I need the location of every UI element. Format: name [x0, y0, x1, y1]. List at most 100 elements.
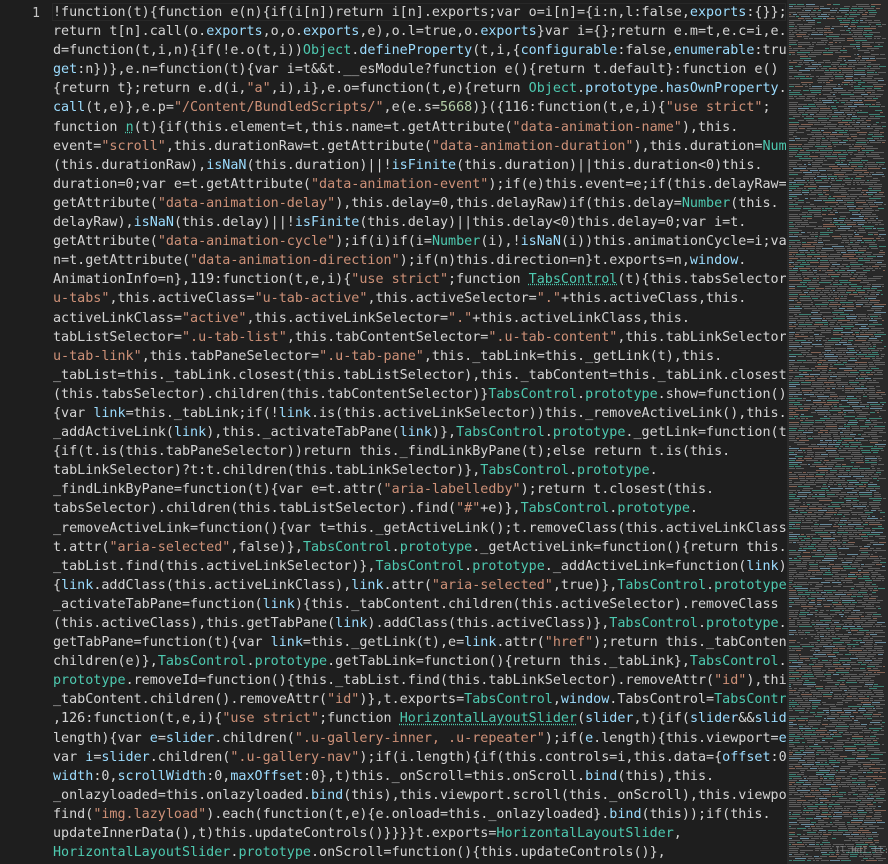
- minimap-line: [860, 78, 872, 79]
- minimap-line: [814, 38, 827, 39]
- minimap-line: [798, 46, 802, 47]
- minimap-line: [797, 24, 803, 25]
- minimap-line: [829, 520, 839, 521]
- minimap-line: [789, 192, 801, 193]
- minimap-line: [874, 660, 882, 661]
- minimap-line: [811, 12, 821, 13]
- code-text-area[interactable]: !function(t){function e(n){if(i[n])retur…: [53, 3, 786, 864]
- minimap-line: [828, 274, 840, 275]
- minimap-line: [853, 818, 858, 819]
- minimap-line: [789, 132, 794, 133]
- minimap-line: [797, 182, 807, 183]
- minimap-line: [873, 240, 876, 241]
- minimap-line: [873, 98, 878, 99]
- minimap-line: [882, 286, 884, 287]
- minimap-line: [837, 784, 846, 785]
- minimap-line: [849, 536, 860, 537]
- minimap-line: [847, 696, 852, 697]
- minimap-line: [854, 80, 861, 81]
- code-token: ".u-gallery-nav": [230, 749, 360, 765]
- minimap-line: [815, 268, 828, 269]
- minimap-line: [804, 60, 814, 61]
- minimap-line: [829, 760, 836, 761]
- minimap-line: [797, 620, 810, 621]
- minimap-line: [836, 442, 841, 443]
- minimap-line: [855, 622, 863, 623]
- minimap-line: [789, 502, 801, 503]
- minimap-line: [833, 222, 838, 223]
- minimap-line: [862, 150, 874, 151]
- minimap-line: [845, 642, 850, 643]
- minimap-line: [823, 102, 834, 103]
- minimap-line: [832, 722, 845, 723]
- minimap-line: [857, 222, 867, 223]
- minimap-line: [855, 362, 867, 363]
- minimap-line: [824, 382, 834, 383]
- minimap-line: [789, 320, 796, 321]
- minimap-line: [844, 310, 853, 311]
- minimap-line: [828, 510, 834, 511]
- code-editor[interactable]: 1 !function(t){function e(n){if(i[n])ret…: [0, 0, 888, 864]
- minimap-line: [854, 438, 864, 439]
- minimap-line: [796, 788, 800, 789]
- minimap-line: [839, 56, 851, 57]
- minimap-line: [789, 612, 794, 613]
- code-token: slider: [689, 711, 739, 727]
- minimap-line: [792, 700, 794, 701]
- minimap-line: [835, 734, 841, 735]
- minimap-line: [877, 140, 886, 141]
- minimap-line: [864, 8, 874, 9]
- minimap-line: [868, 298, 876, 299]
- minimap-line: [820, 844, 823, 845]
- minimap-line: [789, 284, 802, 285]
- minimap-line: [863, 640, 873, 641]
- minimap-line: [806, 748, 811, 749]
- minimap-line: [846, 502, 857, 503]
- code-wrapped-row: _tabContent.children().removeAttr("id")}…: [53, 690, 786, 709]
- minimap-line: [839, 132, 847, 133]
- minimap-line: [848, 422, 858, 423]
- minimap-line: [795, 588, 808, 589]
- minimap-line: [830, 488, 843, 489]
- minimap-line: [815, 628, 824, 629]
- minimap-line: [832, 504, 839, 505]
- minimap-line: [824, 32, 833, 33]
- minimap-line: [805, 574, 807, 575]
- minimap-line: [815, 686, 823, 687]
- minimap[interactable]: Il.HdI.ll:: [787, 0, 888, 864]
- minimap-line: [798, 724, 806, 725]
- minimap-line: [834, 744, 844, 745]
- minimap-line: [861, 618, 871, 619]
- minimap-line: [807, 742, 814, 743]
- minimap-line: [817, 148, 824, 149]
- minimap-line: [833, 332, 839, 333]
- minimap-line: [827, 4, 831, 5]
- minimap-line: [817, 712, 824, 713]
- minimap-line: [865, 460, 869, 461]
- minimap-line: [818, 308, 830, 309]
- minimap-line: [789, 552, 801, 553]
- code-wrapped-row: delayRaw),isNaN(this.delay)||!isFinite(t…: [53, 213, 786, 232]
- minimap-line: [842, 386, 844, 387]
- minimap-line: [868, 166, 877, 167]
- minimap-line: [835, 510, 837, 511]
- minimap-line: [849, 274, 852, 275]
- minimap-line: [789, 642, 795, 643]
- minimap-line: [789, 188, 796, 189]
- minimap-line: [789, 370, 793, 371]
- minimap-line: [843, 708, 850, 709]
- minimap-line: [799, 166, 807, 167]
- minimap-line: [846, 496, 859, 497]
- minimap-line: [838, 724, 847, 725]
- minimap-line: [844, 416, 855, 417]
- minimap-line: [878, 576, 884, 577]
- minimap-line: [827, 494, 835, 495]
- minimap-line: [804, 24, 815, 25]
- code-token: )},t.exports=: [359, 692, 465, 708]
- minimap-line: [814, 462, 821, 463]
- minimap-line: [847, 138, 851, 139]
- minimap-line: [875, 794, 885, 795]
- minimap-line: [849, 32, 851, 33]
- code-token: +this.activeLinkClass,this.: [472, 310, 690, 326]
- minimap-line: [883, 516, 885, 517]
